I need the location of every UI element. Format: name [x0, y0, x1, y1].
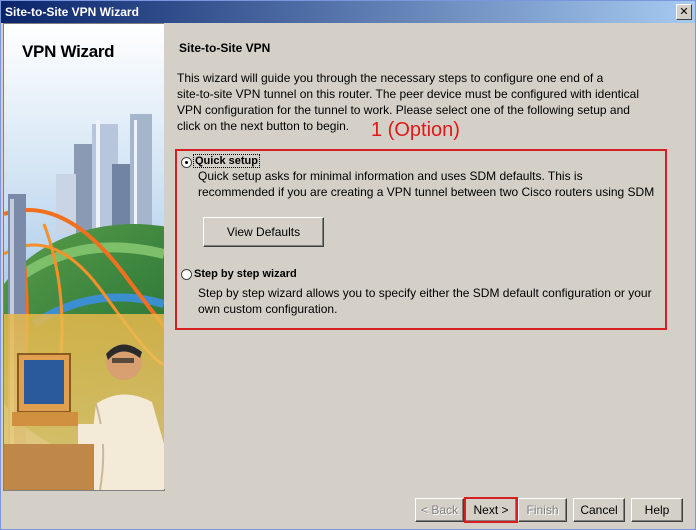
next-button[interactable]: Next >: [464, 497, 518, 523]
back-button[interactable]: < Back: [415, 498, 464, 522]
step-by-step-description: Step by step wizard allows you to specif…: [198, 285, 668, 317]
description-line: recommended if you are creating a VPN tu…: [198, 185, 655, 199]
quick-setup-radio[interactable]: [181, 157, 192, 168]
setup-options-group: Quick setup Quick setup asks for minimal…: [175, 149, 667, 330]
quick-setup-label[interactable]: Quick setup: [193, 154, 260, 168]
intro-line: This wizard will guide you through the n…: [177, 71, 604, 85]
description-line: Quick setup asks for minimal information…: [198, 169, 583, 183]
view-defaults-button[interactable]: View Defaults: [203, 217, 324, 247]
wizard-window: Site-to-Site VPN Wizard ✕ VPN Wizard Sit…: [0, 0, 696, 530]
page-heading: Site-to-Site VPN: [179, 41, 271, 55]
finish-button[interactable]: Finish: [518, 498, 567, 522]
description-line: Step by step wizard allows you to specif…: [198, 286, 652, 300]
intro-line: VPN configuration for the tunnel to work…: [177, 103, 630, 117]
vpn-wizard-illustration: [4, 24, 164, 490]
window-title: Site-to-Site VPN Wizard: [5, 5, 139, 19]
annotation-label: 1 (Option): [371, 119, 460, 141]
close-icon[interactable]: ✕: [676, 4, 692, 20]
help-button[interactable]: Help: [631, 498, 683, 522]
cancel-button[interactable]: Cancel: [573, 498, 625, 522]
intro-line: site-to-site VPN tunnel on this router. …: [177, 87, 640, 101]
description-line: own custom configuration.: [198, 302, 338, 316]
step-by-step-radio[interactable]: [181, 269, 192, 280]
step-by-step-label[interactable]: Step by step wizard: [194, 268, 297, 280]
main-content: Site-to-Site VPN This wizard will guide …: [164, 23, 695, 489]
side-panel-title: VPN Wizard: [22, 42, 115, 61]
side-illustration-panel: VPN Wizard: [3, 23, 165, 491]
title-bar: Site-to-Site VPN Wizard ✕: [1, 1, 695, 23]
quick-setup-description: Quick setup asks for minimal information…: [198, 168, 668, 200]
